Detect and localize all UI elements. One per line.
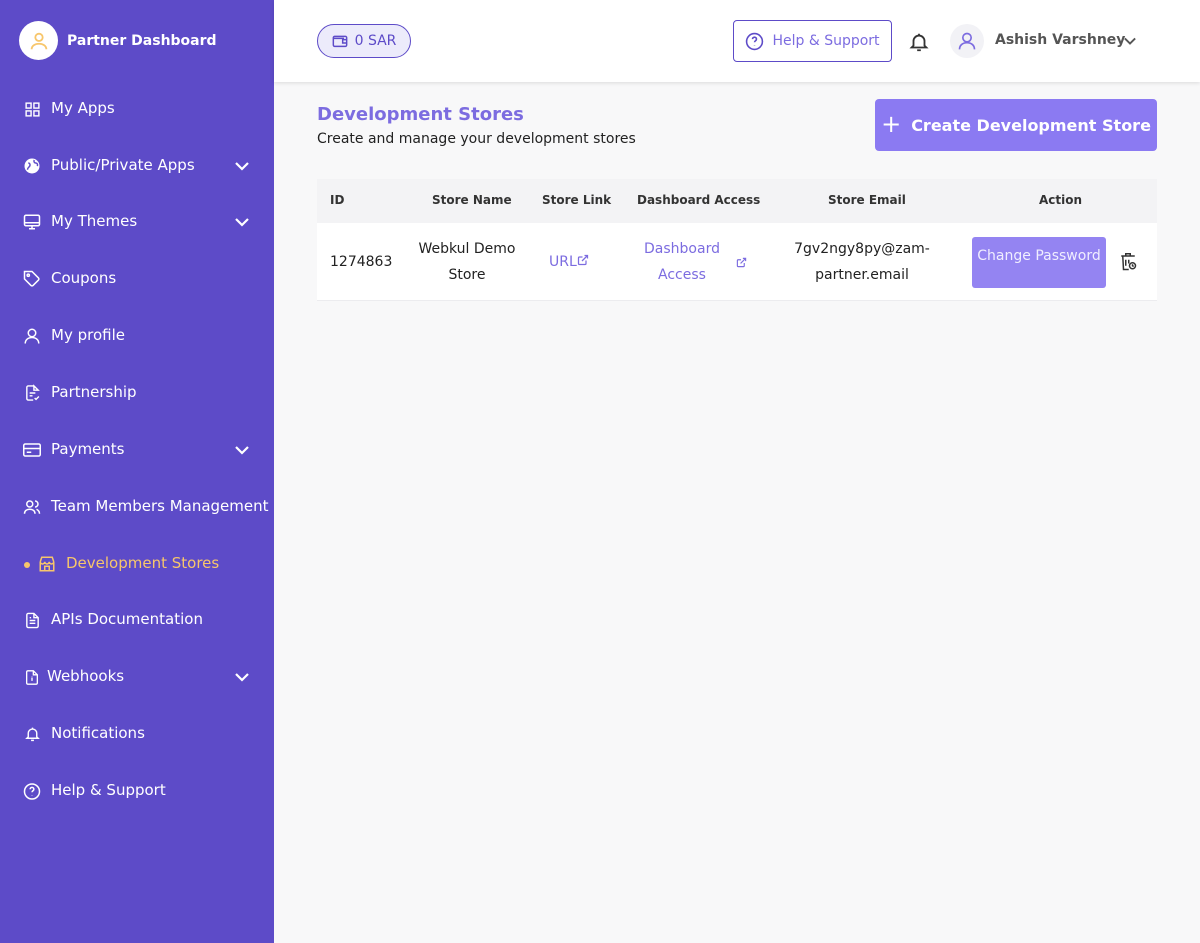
user-icon	[23, 327, 41, 345]
stores-table: ID Store Name Store Link Dashboard Acces…	[317, 179, 1157, 301]
question-circle-icon	[23, 782, 41, 800]
sidebar-item-development-stores[interactable]: Development Stores	[0, 544, 274, 584]
sidebar-item-payments[interactable]: Payments	[0, 430, 274, 470]
chevron-down-icon	[235, 162, 249, 171]
users-icon	[23, 498, 41, 516]
sidebar: Partner Dashboard My Apps Public/Private…	[0, 0, 274, 943]
question-circle-icon	[746, 32, 764, 50]
page-subtitle: Create and manage your development store…	[317, 131, 636, 147]
file-icon	[23, 668, 41, 686]
help-support-label: Help & Support	[772, 33, 880, 49]
user-icon	[958, 32, 976, 50]
column-header-dashboard-access: Dashboard Access	[637, 193, 761, 207]
sidebar-item-label: My Apps	[51, 99, 115, 117]
chevron-down-icon	[235, 218, 249, 227]
table-header: ID Store Name Store Link Dashboard Acces…	[317, 179, 1157, 223]
document-icon	[23, 611, 41, 629]
document-check-icon	[23, 384, 41, 402]
sidebar-item-apis-documentation[interactable]: APIs Documentation	[0, 600, 274, 640]
sidebar-item-label: APIs Documentation	[51, 610, 203, 628]
brand-avatar-icon	[19, 21, 58, 60]
dashboard-access-link[interactable]: Dashboard Access	[637, 236, 727, 288]
sidebar-item-label: Development Stores	[66, 554, 220, 572]
brand[interactable]: Partner Dashboard	[19, 21, 217, 60]
external-link-icon[interactable]	[736, 257, 747, 268]
bell-icon	[23, 725, 41, 743]
sidebar-item-label: My profile	[51, 326, 125, 344]
wallet-icon	[332, 35, 347, 48]
sidebar-item-my-themes[interactable]: My Themes	[0, 202, 274, 242]
create-button-label: Create Development Store	[911, 115, 1151, 135]
page-title: Development Stores	[317, 104, 524, 125]
sidebar-item-webhooks[interactable]: Webhooks	[0, 657, 274, 697]
store-id: 1274863	[330, 254, 393, 270]
store-icon	[38, 555, 56, 573]
sidebar-item-label: Notifications	[51, 724, 145, 742]
chevron-down-icon	[235, 673, 249, 682]
sidebar-item-label: Coupons	[51, 269, 117, 287]
table-row: 1274863 Webkul Demo Store URL Dashboard …	[317, 223, 1157, 301]
notification-bell-icon[interactable]	[908, 31, 930, 53]
avatar[interactable]	[950, 24, 984, 58]
column-header-id: ID	[330, 193, 345, 207]
globe-icon	[23, 157, 41, 175]
sidebar-item-my-profile[interactable]: My profile	[0, 316, 274, 356]
help-support-button[interactable]: Help & Support	[733, 20, 892, 62]
tag-icon	[23, 270, 41, 288]
store-link-label: URL	[549, 254, 577, 270]
sidebar-item-label: My Themes	[51, 212, 138, 230]
sidebar-item-public-private-apps[interactable]: Public/Private Apps	[0, 146, 274, 186]
sidebar-item-notifications[interactable]: Notifications	[0, 714, 274, 754]
sidebar-item-label: Webhooks	[47, 667, 125, 685]
top-bar: 0 SAR Help & Support Ashish Varshney	[274, 0, 1200, 82]
store-name: Webkul Demo Store	[418, 241, 516, 283]
sidebar-item-team-members-management[interactable]: Team Members Management	[0, 487, 274, 527]
store-email: 7gv2ngy8py@zam-partner.email	[794, 241, 930, 283]
store-link[interactable]: URL	[549, 249, 589, 275]
column-header-store-name: Store Name	[432, 193, 512, 207]
create-development-store-button[interactable]: + Create Development Store	[875, 99, 1157, 151]
brand-title: Partner Dashboard	[67, 32, 217, 49]
column-header-store-link: Store Link	[542, 193, 612, 207]
wallet-balance[interactable]: 0 SAR	[317, 24, 411, 58]
sidebar-item-label: Partnership	[51, 383, 137, 401]
change-password-button[interactable]: Change Password	[972, 237, 1106, 288]
sidebar-item-label: Payments	[51, 440, 125, 458]
sidebar-item-partnership[interactable]: Partnership	[0, 373, 274, 413]
chevron-down-icon[interactable]	[1122, 35, 1138, 47]
user-name[interactable]: Ashish Varshney	[995, 32, 1125, 48]
column-header-action: Action	[1039, 193, 1083, 207]
sidebar-item-my-apps[interactable]: My Apps	[0, 89, 274, 129]
sidebar-item-help-support[interactable]: Help & Support	[0, 771, 274, 811]
chevron-down-icon	[235, 446, 249, 455]
credit-card-icon	[23, 441, 41, 459]
active-indicator	[24, 562, 30, 568]
sidebar-item-label: Team Members Management	[51, 497, 269, 515]
monitor-icon	[23, 213, 41, 231]
external-link-icon	[577, 254, 588, 266]
plus-icon: +	[881, 109, 902, 138]
sidebar-item-label: Help & Support	[51, 781, 166, 799]
column-header-store-email: Store Email	[828, 193, 906, 207]
wallet-balance-text: 0 SAR	[354, 33, 397, 49]
grid-icon	[23, 100, 41, 118]
delete-icon[interactable]	[1119, 252, 1137, 272]
sidebar-item-label: Public/Private Apps	[51, 156, 195, 174]
sidebar-item-coupons[interactable]: Coupons	[0, 259, 274, 299]
